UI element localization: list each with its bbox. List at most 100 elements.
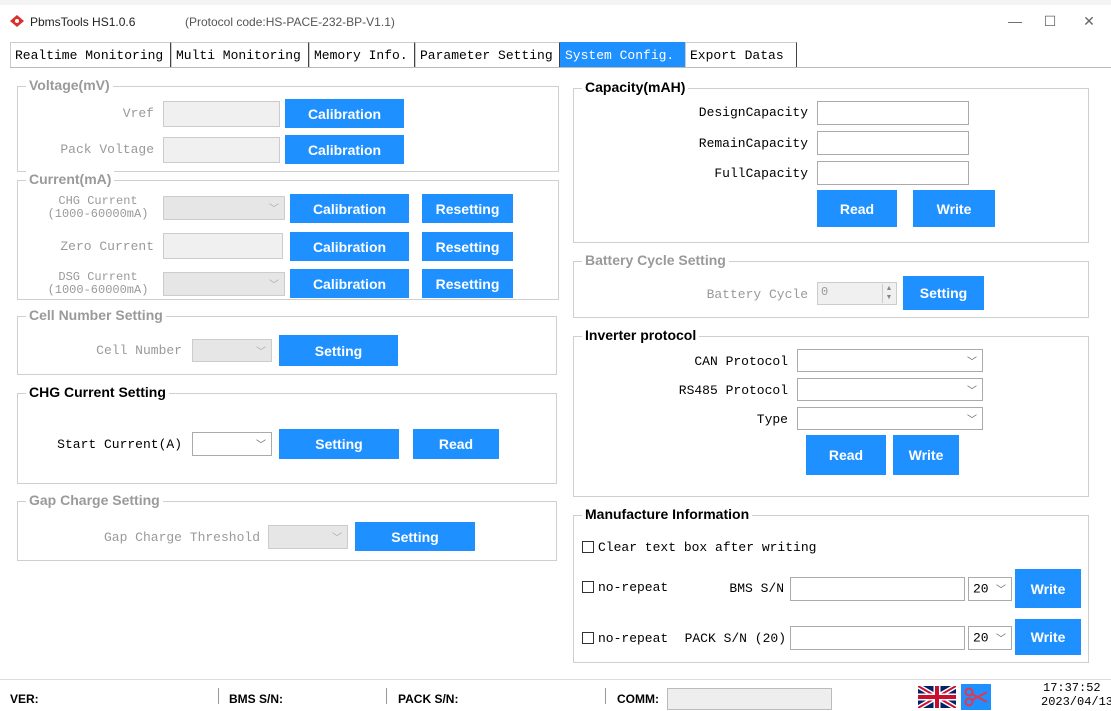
chg-current-label: CHG Current — [58, 194, 138, 208]
remain-capacity-input[interactable] — [817, 131, 969, 155]
clear-textbox-label: Clear text box after writing — [598, 540, 817, 555]
pack-sn-length-select[interactable]: 20 ﹀ — [968, 626, 1012, 650]
pack-voltage-input[interactable] — [163, 137, 280, 163]
tab-parameter-setting[interactable]: Parameter Setting — [415, 42, 560, 67]
comm-label: COMM: — [617, 692, 659, 706]
dsg-current-range: (1000-60000mA) — [47, 283, 149, 297]
bms-sn-input[interactable] — [790, 577, 965, 601]
current-title: Current(mA) — [26, 171, 115, 187]
bms-sn-length-select[interactable]: 20 ﹀ — [968, 577, 1012, 601]
inverter-write-button[interactable]: Write — [893, 435, 959, 475]
dsg-current-resetting-button[interactable]: Resetting — [422, 269, 513, 298]
chevron-down-icon: ﹀ — [996, 633, 1006, 645]
chevron-down-icon: ﹀ — [967, 356, 977, 368]
remain-capacity-label: RemainCapacity — [698, 136, 808, 151]
chevron-down-icon: ﹀ — [256, 439, 266, 451]
status-pack-sn-label: PACK S/N: — [398, 692, 459, 706]
chg-current-calibration-button[interactable]: Calibration — [290, 194, 409, 223]
pack-no-repeat-checkbox[interactable] — [582, 632, 594, 644]
zero-current-calibration-button[interactable]: Calibration — [290, 232, 409, 261]
zero-current-resetting-button[interactable]: Resetting — [422, 232, 513, 261]
inverter-read-button[interactable]: Read — [806, 435, 886, 475]
gap-charge-setting-button[interactable]: Setting — [355, 522, 475, 551]
battery-cycle-value: 0 — [821, 285, 829, 299]
version-label: VER: — [10, 692, 39, 706]
maximize-button[interactable]: ☐ — [1035, 10, 1065, 32]
status-date: 2023/04/13 — [1041, 695, 1111, 709]
protocol-code: (Protocol code:HS-PACE-232-BP-V1.1) — [185, 15, 395, 29]
pack-sn-label: PACK S/N (20) — [684, 631, 786, 646]
vref-calibration-button[interactable]: Calibration — [285, 99, 404, 128]
gap-charge-title: Gap Charge Setting — [26, 492, 163, 508]
inverter-title: Inverter protocol — [582, 327, 700, 343]
bms-no-repeat-checkbox[interactable] — [582, 581, 594, 593]
battery-cycle-label: Battery Cycle — [706, 287, 808, 302]
start-current-label: Start Current(A) — [57, 437, 182, 452]
battery-cycle-title: Battery Cycle Setting — [582, 252, 729, 268]
gap-charge-select[interactable]: ﹀ — [268, 525, 348, 549]
capacity-write-button[interactable]: Write — [913, 190, 995, 227]
pack-no-repeat-label: no-repeat — [598, 631, 669, 646]
cell-number-setting-button[interactable]: Setting — [279, 335, 398, 366]
capacity-title: Capacity(mAH) — [582, 79, 689, 95]
pack-sn-length-value: 20 — [973, 630, 989, 646]
chevron-down-icon: ﹀ — [256, 346, 266, 358]
vref-input[interactable] — [163, 101, 280, 127]
bms-no-repeat-label: no-repeat — [598, 580, 669, 595]
tab-bar: Realtime Monitoring Multi Monitoring Mem… — [10, 42, 797, 67]
battery-cycle-setting-button[interactable]: Setting — [903, 276, 984, 310]
chevron-down-icon: ﹀ — [269, 203, 279, 215]
manufacture-title: Manufacture Information — [582, 506, 753, 522]
battery-cycle-input[interactable]: 0 ▲ ▼ — [817, 282, 897, 305]
can-protocol-select[interactable]: ﹀ — [797, 349, 983, 372]
comm-field[interactable] — [667, 688, 832, 710]
bms-sn-length-value: 20 — [973, 581, 989, 597]
type-select[interactable]: ﹀ — [797, 407, 983, 430]
chevron-down-icon: ﹀ — [967, 414, 977, 426]
vref-label: Vref — [122, 106, 154, 121]
status-separator — [218, 688, 219, 704]
chevron-down-icon: ﹀ — [996, 584, 1006, 596]
chevron-down-icon: ﹀ — [332, 532, 342, 544]
bms-sn-label: BMS S/N — [729, 581, 784, 596]
type-label: Type — [756, 412, 788, 427]
pack-voltage-calibration-button[interactable]: Calibration — [285, 135, 404, 164]
tab-export-datas[interactable]: Export Datas — [685, 42, 797, 67]
tab-realtime-monitoring[interactable]: Realtime Monitoring — [10, 42, 171, 67]
rs485-protocol-select[interactable]: ﹀ — [797, 378, 983, 401]
start-current-read-button[interactable]: Read — [413, 429, 499, 459]
title-bar: PbmsTools HS1.0.6 (Protocol code:HS-PACE… — [0, 0, 1111, 38]
minimize-button[interactable]: — — [1000, 10, 1030, 32]
status-bar: VER: BMS S/N: PACK S/N: COMM: 17:37:52 2… — [0, 679, 1111, 711]
spinner-arrows-icon[interactable]: ▲ ▼ — [882, 284, 895, 303]
pack-sn-write-button[interactable]: Write — [1015, 619, 1081, 655]
capacity-read-button[interactable]: Read — [817, 190, 897, 227]
close-button[interactable]: ✕ — [1074, 10, 1104, 32]
status-separator — [386, 688, 387, 704]
zero-current-input[interactable] — [163, 233, 283, 259]
pack-voltage-label: Pack Voltage — [60, 142, 154, 157]
uk-flag-icon[interactable] — [918, 686, 956, 708]
dsg-current-select[interactable]: ﹀ — [163, 272, 285, 296]
clear-textbox-checkbox[interactable] — [582, 541, 594, 553]
full-capacity-input[interactable] — [817, 161, 969, 185]
bms-sn-write-button[interactable]: Write — [1015, 569, 1081, 608]
voltage-title: Voltage(mV) — [26, 77, 113, 93]
tab-memory-info[interactable]: Memory Info. — [309, 42, 415, 67]
design-capacity-input[interactable] — [817, 101, 969, 125]
start-current-setting-button[interactable]: Setting — [279, 429, 399, 459]
chevron-down-icon: ﹀ — [269, 279, 279, 291]
pack-sn-input[interactable] — [790, 626, 965, 650]
cell-number-title: Cell Number Setting — [26, 307, 166, 323]
cell-number-label: Cell Number — [96, 343, 182, 358]
tab-multi-monitoring[interactable]: Multi Monitoring — [171, 42, 309, 67]
chg-current-setting-title: CHG Current Setting — [26, 384, 169, 400]
cell-number-select[interactable]: ﹀ — [192, 339, 272, 362]
design-capacity-label: DesignCapacity — [698, 105, 808, 120]
chg-current-resetting-button[interactable]: Resetting — [422, 194, 513, 223]
start-current-select[interactable]: ﹀ — [192, 432, 272, 456]
chg-current-select[interactable]: ﹀ — [163, 196, 285, 220]
dsg-current-calibration-button[interactable]: Calibration — [290, 269, 409, 298]
scissors-icon[interactable] — [961, 684, 991, 710]
tab-system-config[interactable]: System Config. — [560, 42, 685, 67]
